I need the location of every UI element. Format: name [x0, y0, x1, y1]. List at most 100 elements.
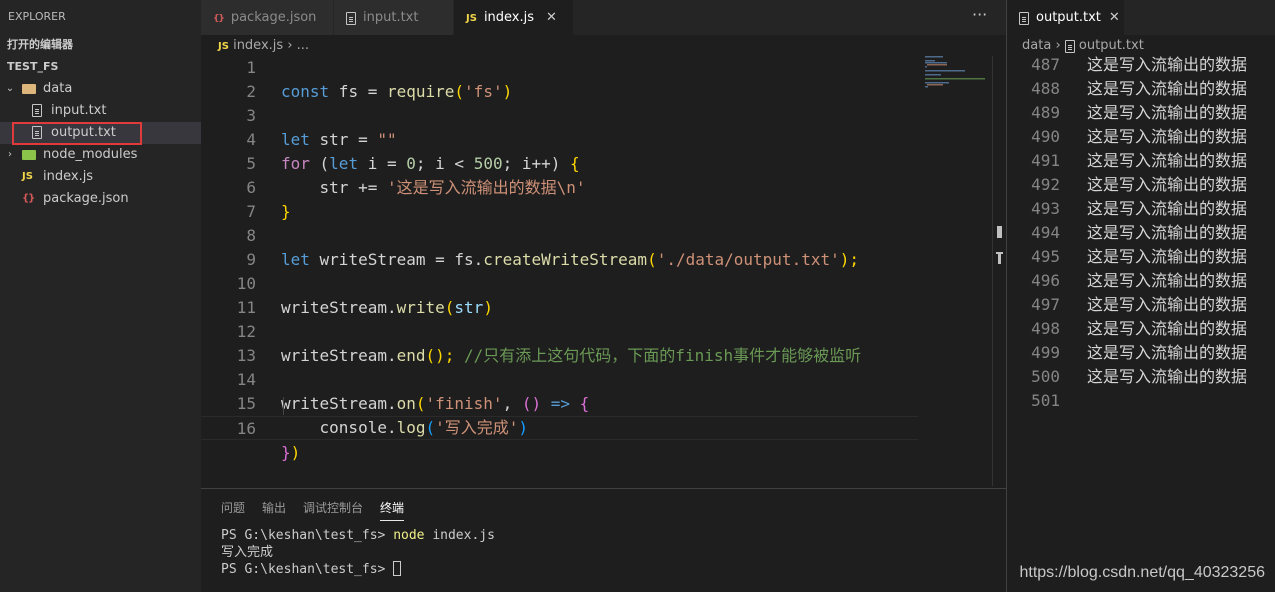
- line-number: 493: [1031, 199, 1060, 218]
- folder-icon: [22, 144, 36, 166]
- panel-tabs: 问题 输出 调试控制台 终端: [221, 499, 421, 521]
- line-number: 492: [1031, 175, 1060, 194]
- editor-tabs: {} package.json input.txt JS index.js ✕: [201, 0, 1006, 35]
- code-line: writeStream.end(); //只有添上这句代码，下面的finish事…: [281, 346, 862, 365]
- tree-item-label: node_modules: [43, 147, 138, 162]
- code-line: str += '这是写入流输出的数据\n': [281, 178, 586, 197]
- js-icon: JS: [22, 171, 33, 182]
- line-text: 这是写入流输出的数据: [1087, 175, 1248, 194]
- terminal[interactable]: PS G:\keshan\test_fs> node index.js 写入完成…: [221, 527, 495, 578]
- line-text: 这是写入流输出的数据: [1087, 151, 1248, 170]
- tab-label: index.js: [483, 10, 535, 25]
- line-text: 这是写入流输出的数据: [1087, 103, 1248, 122]
- bottom-panel: 问题 输出 调试控制台 终端 PS G:\keshan\test_fs> nod…: [201, 488, 1006, 592]
- line-text: 这是写入流输出的数据: [1087, 367, 1248, 386]
- code-line: }): [281, 443, 301, 462]
- code-line: for (let i = 0; i < 500; i++) {: [281, 154, 580, 173]
- tree-item-index-js[interactable]: JS index.js: [0, 166, 201, 188]
- line-number: 488: [1031, 79, 1060, 98]
- explorer-sidebar: EXPLORER 打开的编辑器 TEST_FS ⌄ data input.txt…: [0, 0, 201, 592]
- tab-label: output.txt: [1036, 10, 1101, 25]
- code-editor[interactable]: 1 const fs = require('fs') 2 3 let str =…: [201, 56, 925, 462]
- output-line: 498 这是写入流输出的数据: [1007, 317, 1275, 341]
- chevron-down-icon: ⌄: [5, 83, 15, 94]
- line-number: 489: [1031, 103, 1060, 122]
- tab-package-json[interactable]: {} package.json: [201, 0, 334, 35]
- code-line: const fs = require('fs'): [281, 82, 513, 101]
- chevron-right-icon: ›: [8, 149, 12, 160]
- code-line: writeStream.write(str): [281, 298, 493, 317]
- line-number: 2: [246, 82, 256, 101]
- tree-item-label: output.txt: [51, 125, 116, 140]
- close-icon[interactable]: ✕: [1109, 10, 1120, 25]
- minimap[interactable]: [925, 56, 992, 92]
- breadcrumb-folder[interactable]: data: [1022, 38, 1051, 53]
- output-line: 490 这是写入流输出的数据: [1007, 125, 1275, 149]
- output-line: 489 这是写入流输出的数据: [1007, 101, 1275, 125]
- tab-label: package.json: [230, 10, 317, 25]
- file-icon: [32, 122, 42, 144]
- project-section[interactable]: TEST_FS: [0, 56, 201, 78]
- line-number: 10: [236, 274, 256, 293]
- tab-problems[interactable]: 问题: [221, 499, 245, 521]
- line-number: 497: [1031, 295, 1060, 314]
- line-number: 491: [1031, 151, 1060, 170]
- indent-guide: [283, 397, 284, 415]
- output-line: 493 这是写入流输出的数据: [1007, 197, 1275, 221]
- tree-item-label: package.json: [43, 191, 129, 206]
- explorer-title: EXPLORER: [8, 10, 66, 23]
- breadcrumb-rest[interactable]: ...: [297, 38, 309, 53]
- tab-label: input.txt: [363, 10, 419, 25]
- js-icon: JS: [218, 41, 229, 52]
- output-line: 491 这是写入流输出的数据: [1007, 149, 1275, 173]
- breadcrumb-file[interactable]: output.txt: [1079, 38, 1144, 53]
- tab-output-txt[interactable]: output.txt ✕: [1007, 0, 1125, 35]
- tree-item-label: index.js: [43, 169, 94, 184]
- scrollbar-marker: [997, 226, 1002, 238]
- cursor-marker-stem: [998, 252, 1001, 264]
- json-icon: {}: [213, 14, 225, 24]
- code-line: let str = "": [281, 130, 397, 149]
- file-icon: [32, 100, 42, 122]
- more-actions-icon[interactable]: ···: [972, 0, 987, 35]
- close-icon[interactable]: ✕: [546, 10, 557, 25]
- tab-terminal[interactable]: 终端: [380, 499, 405, 521]
- tab-input-txt[interactable]: input.txt: [334, 0, 454, 35]
- tree-item-data-folder[interactable]: ⌄ data: [0, 78, 201, 100]
- line-number: 9: [246, 250, 256, 269]
- line-number: 12: [236, 322, 256, 341]
- tree-item-node-modules[interactable]: › node_modules: [0, 144, 201, 166]
- tree-item-package-json[interactable]: {} package.json: [0, 188, 201, 210]
- tab-debug-console[interactable]: 调试控制台: [303, 499, 363, 521]
- tree-item-input-txt[interactable]: input.txt: [0, 100, 201, 122]
- line-number: 4: [246, 130, 256, 149]
- tab-output[interactable]: 输出: [262, 499, 286, 521]
- line-number: 13: [236, 346, 256, 365]
- tab-index-js[interactable]: JS index.js ✕: [454, 0, 574, 35]
- output-line: 487 这是写入流输出的数据: [1007, 53, 1275, 77]
- file-icon: [1019, 10, 1029, 25]
- line-text: 这是写入流输出的数据: [1087, 271, 1248, 290]
- line-number: 490: [1031, 127, 1060, 146]
- file-icon: [1064, 38, 1075, 53]
- line-number: 8: [246, 226, 256, 245]
- line-number: 3: [246, 106, 256, 125]
- output-line: 488 这是写入流输出的数据: [1007, 77, 1275, 101]
- line-text: 这是写入流输出的数据: [1087, 127, 1248, 146]
- breadcrumb-file[interactable]: index.js: [233, 38, 283, 53]
- line-number: 1: [246, 58, 256, 77]
- line-number: 500: [1031, 367, 1060, 386]
- line-number: 495: [1031, 247, 1060, 266]
- open-editors-section[interactable]: 打开的编辑器: [0, 34, 201, 56]
- json-icon: {}: [22, 193, 35, 204]
- scrollbar-track[interactable]: [992, 56, 993, 486]
- line-text: 这是写入流输出的数据: [1087, 55, 1248, 74]
- tree-item-output-txt[interactable]: output.txt: [0, 122, 201, 144]
- output-line: 496 这是写入流输出的数据: [1007, 269, 1275, 293]
- breadcrumb-separator-icon: ›: [287, 38, 297, 53]
- line-number: 6: [246, 178, 256, 197]
- terminal-cursor: [393, 561, 402, 576]
- output-line: 501: [1007, 389, 1275, 413]
- output-line: 494 这是写入流输出的数据: [1007, 221, 1275, 245]
- output-line: 492 这是写入流输出的数据: [1007, 173, 1275, 197]
